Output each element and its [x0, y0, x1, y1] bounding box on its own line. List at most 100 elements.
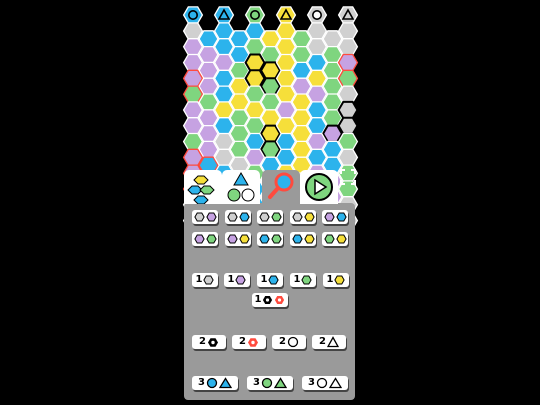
hex-cell[interactable]: [306, 101, 328, 119]
color-pair-clue-tile[interactable]: [322, 210, 348, 224]
hex-cell[interactable]: [182, 53, 204, 72]
hex-cell[interactable]: [213, 148, 235, 167]
hex-cell[interactable]: [198, 45, 219, 64]
hex-cell[interactable]: [213, 22, 235, 40]
hex-cell[interactable]: [244, 85, 266, 103]
hex-cell[interactable]: [198, 109, 219, 127]
hex-cell[interactable]: [291, 93, 312, 111]
count-shape-clue-tile[interactable]: 2: [192, 335, 226, 349]
count-shape-pair-clue-tile[interactable]: 3: [302, 376, 348, 390]
hex-cell[interactable]: [322, 45, 343, 64]
hex-cell[interactable]: [337, 100, 359, 120]
hex-cell[interactable]: [275, 117, 297, 135]
color-pair-clue-tile[interactable]: [257, 232, 283, 246]
hex-cell[interactable]: [260, 93, 281, 111]
hex-cell[interactable]: [182, 22, 204, 40]
count-shape-clue-tile[interactable]: 2: [272, 335, 306, 349]
hex-cell[interactable]: [275, 85, 297, 103]
hex-cell[interactable]: [182, 38, 204, 56]
hex-cell[interactable]: [291, 109, 312, 127]
tab-colors[interactable]: [184, 170, 222, 204]
color-pair-clue-tile[interactable]: [290, 232, 316, 246]
hex-cell[interactable]: [182, 101, 204, 119]
hex-cell[interactable]: [306, 38, 328, 56]
hex-cell[interactable]: [213, 117, 235, 135]
color-pair-clue-tile[interactable]: [225, 232, 251, 246]
hex-cell[interactable]: [182, 85, 204, 103]
hex-cell[interactable]: [244, 38, 266, 56]
hex-cell[interactable]: [229, 30, 250, 48]
hex-cell[interactable]: [337, 132, 359, 151]
hex-cell[interactable]: [213, 132, 235, 151]
hex-cell[interactable]: [213, 101, 235, 119]
color-pair-clue-tile[interactable]: [290, 210, 316, 224]
hex-cell[interactable]: [275, 69, 297, 88]
count-shape-pair-clue-tile[interactable]: 3: [192, 376, 238, 390]
hex-cell[interactable]: [213, 69, 235, 88]
hex-cell[interactable]: [198, 30, 219, 48]
hex-cell[interactable]: [229, 93, 250, 111]
hex-cell[interactable]: [259, 124, 282, 143]
hex-cell[interactable]: [244, 101, 266, 119]
count-color-clue-tile[interactable]: 1: [224, 273, 250, 287]
fullscreen-button[interactable]: [340, 169, 356, 185]
hex-cell[interactable]: [306, 148, 328, 167]
hex-cell[interactable]: [306, 132, 328, 151]
hex-cell[interactable]: [337, 38, 359, 56]
hex-cell[interactable]: [198, 140, 219, 159]
hex-cell[interactable]: [182, 69, 204, 88]
hex-cell[interactable]: [259, 140, 282, 159]
hex-cell[interactable]: [291, 140, 312, 159]
hex-cell[interactable]: [260, 30, 281, 48]
hex-cell[interactable]: [337, 22, 359, 40]
count-shape-clue-tile[interactable]: 2: [232, 335, 266, 349]
count-shape-pair-clue-tile[interactable]: 3: [247, 376, 293, 390]
hex-cell[interactable]: [198, 77, 219, 96]
hex-cell[interactable]: [322, 61, 343, 80]
hex-cell[interactable]: [275, 132, 297, 151]
hex-cell[interactable]: [182, 132, 204, 151]
tab-play[interactable]: [300, 170, 338, 204]
count-shape-clue-tile[interactable]: 2: [312, 335, 346, 349]
hex-cell[interactable]: [291, 61, 312, 80]
hex-cell[interactable]: [275, 22, 297, 40]
hex-cell[interactable]: [322, 77, 343, 96]
hex-cell[interactable]: [198, 61, 219, 80]
count-color-clue-tile[interactable]: 1: [192, 273, 218, 287]
hex-cell[interactable]: [337, 53, 359, 72]
hex-cell[interactable]: [275, 148, 297, 167]
hex-cell[interactable]: [244, 22, 266, 40]
tab-search[interactable]: [262, 170, 300, 204]
hex-cell[interactable]: [244, 148, 266, 167]
nested-hex-clue-tile[interactable]: 1: [252, 293, 288, 307]
color-pair-clue-tile[interactable]: [257, 210, 283, 224]
hex-cell[interactable]: [275, 101, 297, 119]
hex-cell[interactable]: [306, 53, 328, 72]
hex-cell[interactable]: [198, 93, 219, 111]
count-color-clue-tile[interactable]: 1: [257, 273, 283, 287]
hex-cell[interactable]: [291, 77, 312, 96]
hex-cell[interactable]: [229, 124, 250, 143]
hex-cell[interactable]: [291, 45, 312, 64]
hex-cell[interactable]: [213, 53, 235, 72]
hex-cell[interactable]: [291, 30, 312, 48]
hex-cell[interactable]: [260, 109, 281, 127]
count-color-clue-tile[interactable]: 1: [290, 273, 316, 287]
hex-cell[interactable]: [229, 140, 250, 159]
hex-cell[interactable]: [306, 22, 328, 40]
hex-cell[interactable]: [198, 124, 219, 143]
hex-cell[interactable]: [337, 85, 359, 103]
hex-cell[interactable]: [291, 124, 312, 143]
hex-cell[interactable]: [337, 148, 359, 167]
hex-cell[interactable]: [182, 148, 204, 167]
hex-cell[interactable]: [275, 53, 297, 72]
count-color-clue-tile[interactable]: 1: [323, 273, 349, 287]
color-pair-clue-tile[interactable]: [192, 210, 218, 224]
hex-cell[interactable]: [322, 30, 343, 48]
color-pair-clue-tile[interactable]: [225, 210, 251, 224]
hex-cell[interactable]: [182, 117, 204, 135]
tab-shapes[interactable]: [222, 170, 260, 204]
hex-cell[interactable]: [306, 85, 328, 103]
color-pair-clue-tile[interactable]: [322, 232, 348, 246]
hex-cell[interactable]: [337, 116, 359, 135]
